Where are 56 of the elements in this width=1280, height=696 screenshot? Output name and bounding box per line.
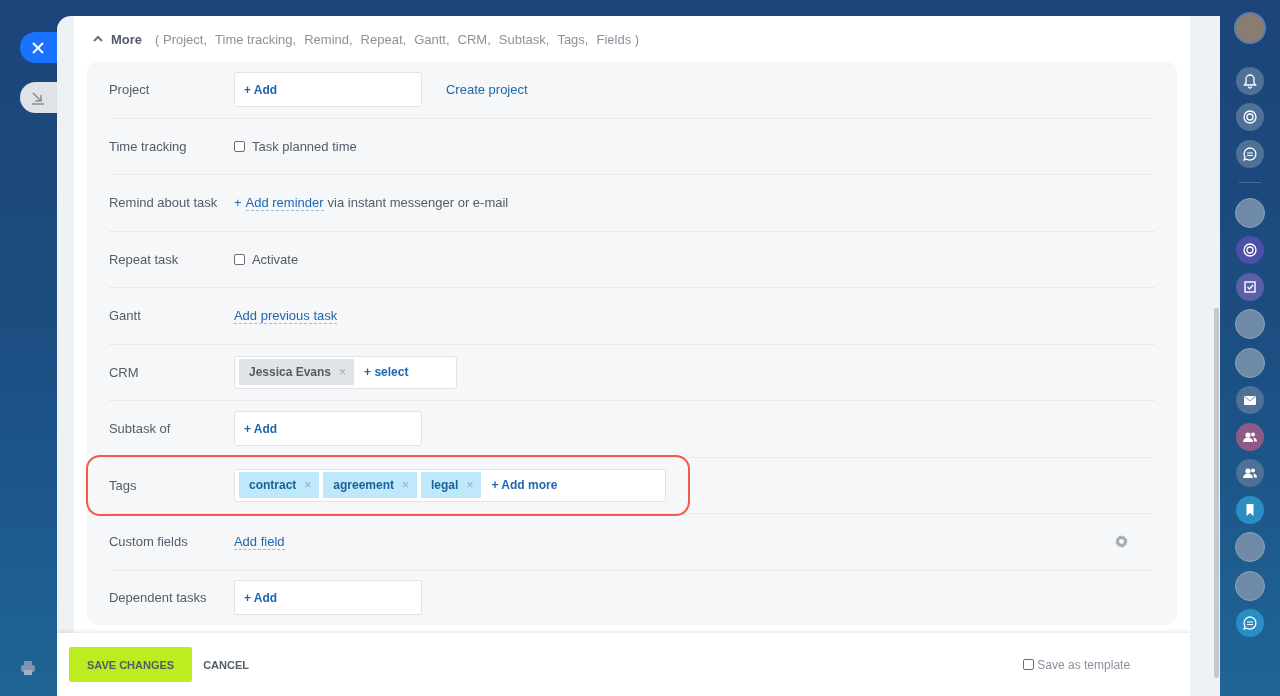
- entity-chip[interactable]: Jessica Evans ×: [238, 359, 355, 386]
- chip-field[interactable]: contract × agreement × legal × + Add more: [233, 468, 666, 502]
- checkbox[interactable]: [233, 253, 245, 265]
- minimize-button[interactable]: [19, 82, 57, 113]
- user-avatar[interactable]: [1235, 570, 1265, 601]
- tag-chip[interactable]: contract ×: [238, 472, 320, 499]
- more-toggle[interactable]: More: [92, 31, 142, 47]
- arrow-down-right-icon: [31, 90, 46, 105]
- section-link[interactable]: ( Project,: [155, 31, 208, 47]
- section-link[interactable]: Subtask,: [498, 31, 550, 47]
- field-label: Dependent tasks: [108, 590, 208, 605]
- section-link[interactable]: Remind,: [304, 31, 353, 47]
- picker-field[interactable]: + Add: [233, 72, 422, 108]
- field-label: Project: [108, 82, 151, 98]
- picker-field[interactable]: + Add: [233, 580, 422, 615]
- checkbox[interactable]: [1023, 659, 1035, 670]
- add-link[interactable]: Add field: [233, 533, 285, 550]
- plus-sign: +: [233, 195, 242, 211]
- field-label: Subtask of: [108, 421, 172, 437]
- tag-chip[interactable]: legal ×: [421, 472, 482, 499]
- field-label: Tags: [108, 477, 138, 493]
- chip-field[interactable]: Jessica Evans × + select: [233, 355, 457, 389]
- checkbox[interactable]: [233, 140, 245, 152]
- user-avatar[interactable]: [1235, 532, 1265, 562]
- close-icon: [31, 40, 46, 55]
- add-link[interactable]: Add previous task: [233, 307, 338, 324]
- printer-icon[interactable]: [20, 660, 37, 676]
- section-link[interactable]: Repeat,: [360, 31, 407, 47]
- section-link[interactable]: Time tracking,: [215, 31, 297, 47]
- section-link[interactable]: CRM,: [457, 31, 491, 47]
- field-label: Custom fields: [108, 534, 189, 550]
- section-link[interactable]: Fields ): [596, 31, 640, 47]
- add-button[interactable]: + Add more: [491, 478, 558, 493]
- field-label: Gantt: [108, 308, 142, 324]
- checkbox-label: Save as template: [1037, 657, 1131, 672]
- hint-text: via instant messenger or e-mail: [327, 195, 509, 211]
- checkbox-label: Activate: [251, 251, 299, 267]
- user-avatar[interactable]: [1235, 347, 1265, 378]
- section-link[interactable]: Tags,: [557, 31, 589, 47]
- close-button[interactable]: [19, 32, 57, 63]
- cancel-button[interactable]: CANCEL: [196, 658, 256, 671]
- save-changes-button[interactable]: SAVE CHANGES: [68, 647, 193, 682]
- field-label: Time tracking: [108, 138, 188, 154]
- create-project-link[interactable]: Create project: [445, 82, 528, 98]
- add-reminder-link[interactable]: Add reminder: [245, 194, 324, 211]
- tag-chip[interactable]: agreement ×: [323, 472, 418, 499]
- field-label: CRM: [108, 364, 140, 380]
- scrollbar[interactable]: [1214, 308, 1220, 678]
- field-label: Remind about task: [108, 195, 219, 211]
- checkbox-label: Task planned time: [251, 138, 357, 154]
- user-avatar[interactable]: [1235, 197, 1265, 228]
- section-link[interactable]: Gantt,: [414, 31, 450, 47]
- field-label: Repeat task: [108, 251, 180, 267]
- add-button[interactable]: + select: [364, 365, 409, 380]
- user-avatar[interactable]: [1234, 12, 1266, 44]
- picker-field[interactable]: + Add: [233, 411, 422, 447]
